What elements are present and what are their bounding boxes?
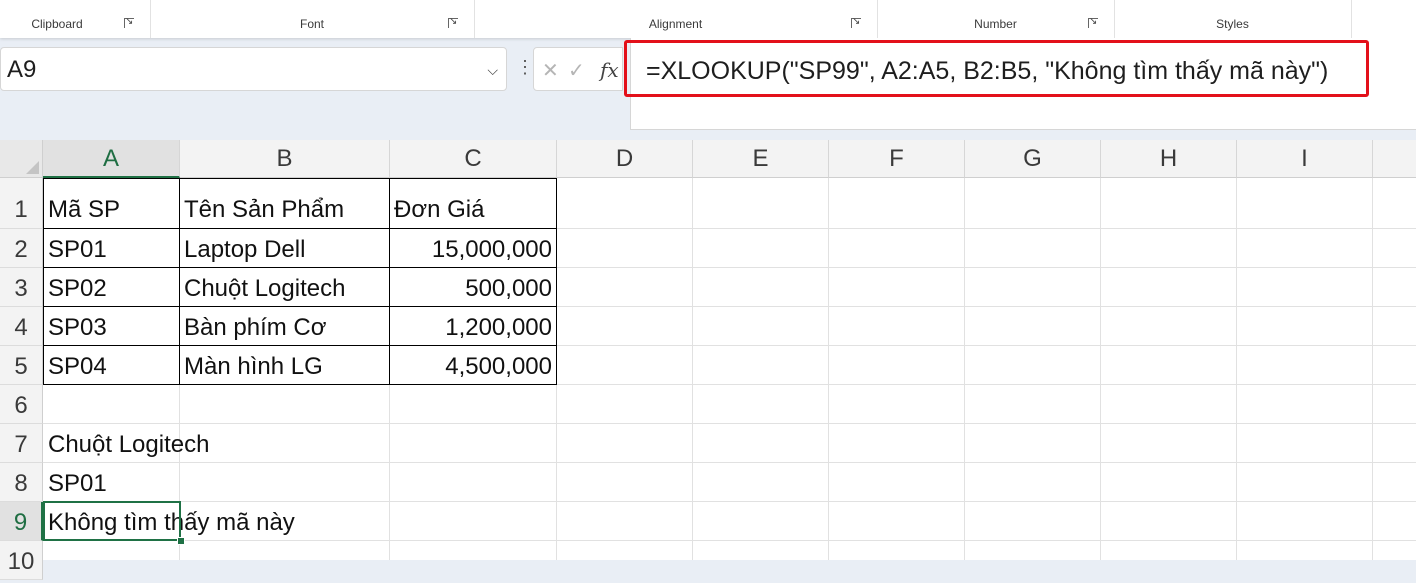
column-header-e[interactable]: E [693, 140, 829, 178]
group-label-styles: Styles [1216, 17, 1249, 31]
column-header-h[interactable]: H [1101, 140, 1237, 178]
cell-c4[interactable]: 1,200,000 [392, 314, 552, 342]
cell-c1[interactable]: Đơn Giá [394, 196, 484, 224]
vertical-dots-icon[interactable]: ⋮ [516, 58, 534, 76]
name-box[interactable]: A9 ⌵ [0, 47, 507, 91]
table-border [43, 178, 44, 385]
gridline [964, 178, 965, 560]
gridline [43, 423, 1416, 424]
row-header-1[interactable]: 1 [0, 178, 43, 229]
row-header-9[interactable]: 9 [0, 502, 43, 541]
formula-buttons: ✕ ✓ fx [533, 47, 623, 91]
column-header-d[interactable]: D [557, 140, 693, 178]
column-header-g[interactable]: G [965, 140, 1101, 178]
cell-a8[interactable]: SP01 [48, 470, 107, 498]
cell-a2[interactable]: SP01 [48, 236, 107, 264]
table-border [179, 178, 180, 385]
row-header-10[interactable]: 10 [0, 541, 43, 580]
worksheet-grid[interactable]: A B C D E F G H I 1 2 3 4 5 6 7 8 9 10 M… [0, 140, 1416, 580]
cell-b2[interactable]: Laptop Dell [184, 236, 305, 264]
cell-a5[interactable]: SP04 [48, 353, 107, 381]
ribbon-group-styles: Styles [1114, 0, 1352, 38]
table-border [43, 228, 557, 229]
group-label-alignment: Alignment [648, 17, 703, 31]
cell-a4[interactable]: SP03 [48, 314, 107, 342]
cell-b4[interactable]: Bàn phím Cơ [184, 314, 326, 342]
gridline [1100, 178, 1101, 560]
gridline [828, 178, 829, 560]
row-header-5[interactable]: 5 [0, 346, 43, 385]
gridline [692, 178, 693, 560]
row-header-2[interactable]: 2 [0, 229, 43, 268]
cell-a7[interactable]: Chuột Logitech [48, 431, 209, 459]
chevron-down-icon[interactable]: ⌵ [487, 62, 498, 79]
gridline [1236, 178, 1237, 560]
gridline [43, 540, 1416, 541]
row-header-7[interactable]: 7 [0, 424, 43, 463]
table-border [556, 178, 557, 385]
active-cell-selection[interactable] [43, 501, 181, 541]
group-label-font: Font [299, 17, 324, 31]
table-border [43, 306, 557, 307]
gridline [43, 501, 1416, 502]
dialog-launcher-icon[interactable] [851, 17, 861, 28]
table-border [389, 178, 390, 385]
ribbon-group-font: Font [150, 0, 475, 38]
cell-b1[interactable]: Tên Sản Phẩm [184, 196, 344, 224]
fx-icon[interactable]: fx [600, 58, 619, 82]
column-header-j[interactable] [1373, 140, 1416, 178]
check-icon[interactable]: ✓ [568, 58, 585, 83]
cell-c5[interactable]: 4,500,000 [392, 353, 552, 381]
ribbon-group-alignment: Alignment [474, 0, 878, 38]
cell-c3[interactable]: 500,000 [392, 275, 552, 303]
cell-a3[interactable]: SP02 [48, 275, 107, 303]
row-header-4[interactable]: 4 [0, 307, 43, 346]
dialog-launcher-icon[interactable] [124, 17, 134, 28]
table-border [43, 267, 557, 268]
row-header-3[interactable]: 3 [0, 268, 43, 307]
gridline [43, 462, 1416, 463]
table-border [43, 384, 557, 385]
group-label-number: Number [974, 17, 1017, 31]
fill-handle[interactable] [177, 537, 185, 545]
row-header-8[interactable]: 8 [0, 463, 43, 502]
row-header-6[interactable]: 6 [0, 385, 43, 424]
table-border [43, 178, 557, 179]
column-header-c[interactable]: C [390, 140, 557, 178]
dialog-launcher-icon[interactable] [1088, 17, 1098, 28]
table-border [43, 345, 557, 346]
cell-c2[interactable]: 15,000,000 [392, 236, 552, 264]
select-all-button[interactable] [0, 140, 43, 178]
ribbon: Clipboard Font Alignment Number Styles [0, 0, 1416, 38]
column-header-b[interactable]: B [180, 140, 390, 178]
ribbon-group-clipboard: Clipboard [0, 0, 151, 38]
cell-b5[interactable]: Màn hình LG [184, 353, 323, 381]
formula-text[interactable]: =XLOOKUP("SP99", A2:A5, B2:B5, "Không tì… [646, 57, 1328, 86]
cell-b3[interactable]: Chuột Logitech [184, 275, 345, 303]
gridline [1372, 178, 1373, 560]
column-header-a[interactable]: A [43, 140, 180, 178]
column-header-i[interactable]: I [1237, 140, 1373, 178]
column-header-f[interactable]: F [829, 140, 965, 178]
dialog-launcher-icon[interactable] [448, 17, 458, 28]
cell-a1[interactable]: Mã SP [48, 196, 120, 224]
name-box-value: A9 [7, 56, 37, 83]
ribbon-group-number: Number [877, 0, 1115, 38]
close-icon[interactable]: ✕ [542, 58, 559, 83]
